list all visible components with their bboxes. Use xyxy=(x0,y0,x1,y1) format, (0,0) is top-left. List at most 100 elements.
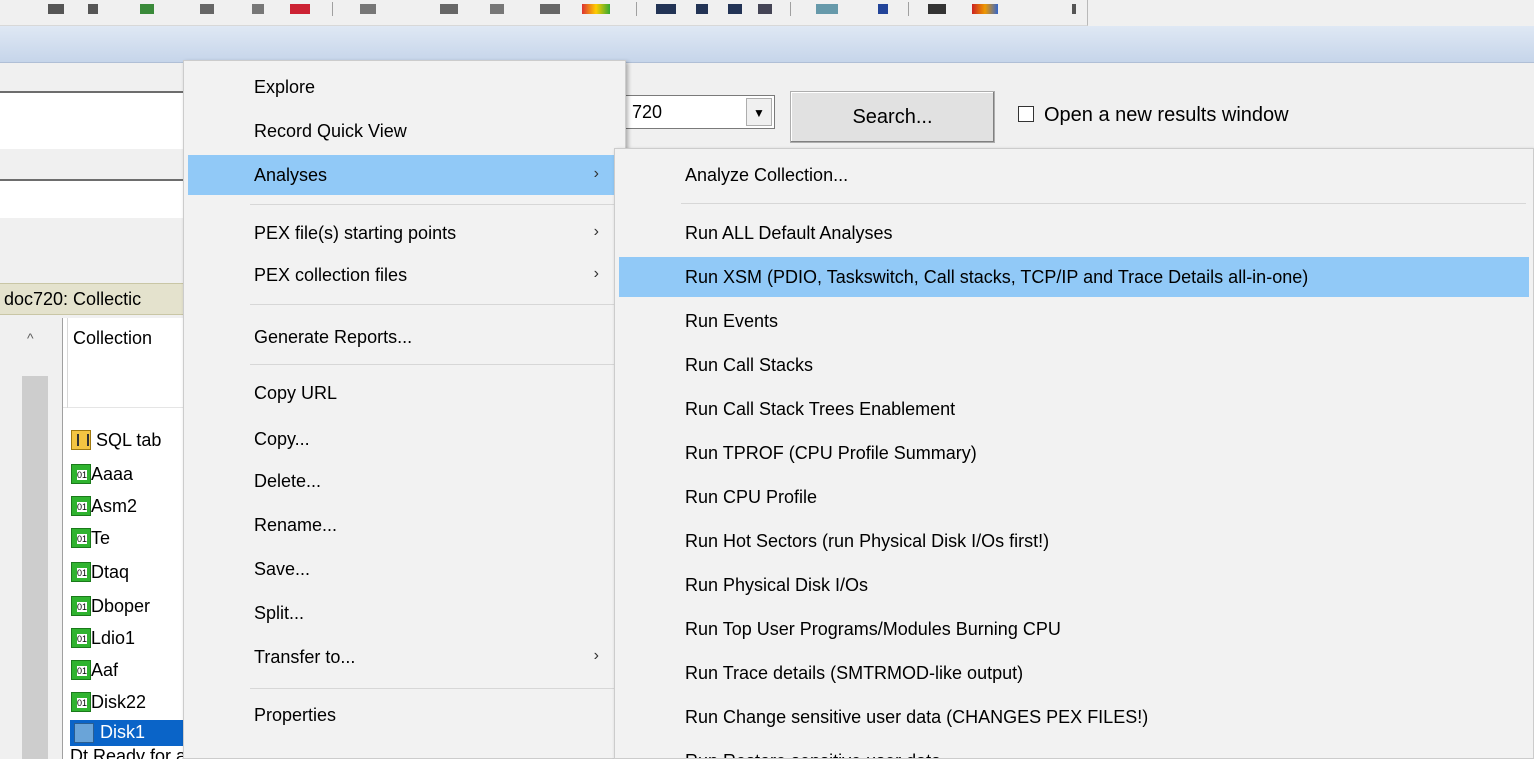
toolbar-icon[interactable] xyxy=(200,4,214,14)
analyses-submenu: Analyze Collection... Run ALL Default An… xyxy=(614,148,1534,759)
list-item[interactable]: Disk22 xyxy=(71,692,146,714)
toolbar-icon[interactable] xyxy=(696,4,708,14)
scroll-up-icon[interactable]: ^ xyxy=(27,330,34,346)
submenu-item-run-all-default[interactable]: Run ALL Default Analyses xyxy=(619,213,1529,253)
list-item[interactable]: Dboper xyxy=(71,596,150,618)
toolbar-icon[interactable] xyxy=(928,4,946,14)
menu-item-delete[interactable]: Delete... xyxy=(188,461,621,501)
menu-separator xyxy=(250,688,620,689)
list-item[interactable]: Aaaa xyxy=(71,464,133,486)
toolbar-icon[interactable] xyxy=(878,4,888,14)
toolbar-icon[interactable] xyxy=(582,4,610,14)
list-item[interactable]: Ldio1 xyxy=(71,628,135,650)
submenu-item-run-hot-sectors[interactable]: Run Hot Sectors (run Physical Disk I/Os … xyxy=(619,521,1529,561)
collection-list: Collection SQL tab Aaaa Asm2 Te Dtaq Dbo… xyxy=(62,318,203,759)
toolbar-icon[interactable] xyxy=(140,4,154,14)
header-banner xyxy=(0,26,1534,63)
list-item[interactable]: Te xyxy=(71,528,110,550)
collection-panel-title: doc720: Collectic xyxy=(4,289,142,309)
submenu-item-run-tprof[interactable]: Run TPROF (CPU Profile Summary) xyxy=(619,433,1529,473)
menu-item-save[interactable]: Save... xyxy=(188,549,621,589)
list-item[interactable]: Dtaq xyxy=(71,562,129,584)
menu-separator xyxy=(681,203,1526,204)
submenu-item-analyze-collection[interactable]: Analyze Collection... xyxy=(619,155,1529,195)
toolbar-icon[interactable] xyxy=(440,4,458,14)
collection-icon xyxy=(71,596,91,616)
toolbar-separator xyxy=(908,2,909,16)
sql-table-icon xyxy=(71,430,91,450)
menu-separator xyxy=(250,304,620,305)
list-item[interactable]: Aaf xyxy=(71,660,118,682)
toolbar-icon[interactable] xyxy=(88,4,98,14)
collection-icon xyxy=(71,562,91,582)
menu-item-generate-reports[interactable]: Generate Reports... xyxy=(188,317,621,357)
column-header-label: Collection xyxy=(73,328,153,348)
submenu-item-run-cpu-profile[interactable]: Run CPU Profile xyxy=(619,477,1529,517)
toolbar-icon[interactable] xyxy=(656,4,676,14)
list-item[interactable]: Asm2 xyxy=(71,496,137,518)
toolbar-icon[interactable] xyxy=(758,4,772,14)
toolbar-separator xyxy=(790,2,791,16)
collection-icon xyxy=(71,660,91,680)
menu-item-copy-url[interactable]: Copy URL xyxy=(188,373,621,413)
menu-item-record-quick-view[interactable]: Record Quick View xyxy=(188,111,621,151)
toolbar-icon[interactable] xyxy=(728,4,742,14)
selected-item-label: Disk1 xyxy=(100,722,146,742)
toolbar-icon[interactable] xyxy=(48,4,64,14)
toolbar-icon[interactable] xyxy=(360,4,376,14)
chevron-right-icon: › xyxy=(593,265,599,282)
toolbar-icon[interactable] xyxy=(490,4,504,14)
search-button[interactable]: Search... xyxy=(790,91,995,143)
scrollbar-thumb[interactable] xyxy=(22,376,48,759)
collection-icon xyxy=(71,496,91,516)
collection-icon xyxy=(71,692,91,712)
menu-separator xyxy=(250,364,620,365)
panel-strip xyxy=(0,151,200,179)
collection-icon xyxy=(71,628,91,648)
submenu-item-run-change-sensitive-data[interactable]: Run Change sensitive user data (CHANGES … xyxy=(619,697,1529,737)
submenu-item-run-restore-sensitive-data[interactable]: Run Restore sensitive user data xyxy=(619,741,1529,759)
toolbar-separator xyxy=(332,2,333,16)
submenu-item-run-xsm[interactable]: Run XSM (PDIO, Taskswitch, Call stacks, … xyxy=(619,257,1529,297)
menu-item-analyses[interactable]: Analyses › xyxy=(188,155,621,195)
collection-panel-header: doc720: Collectic xyxy=(0,283,200,315)
chevron-down-icon[interactable]: ▼ xyxy=(746,98,772,126)
menu-item-pex-collection-files[interactable]: PEX collection files › xyxy=(188,255,621,295)
text-field[interactable] xyxy=(0,91,200,149)
chevron-right-icon: › xyxy=(593,165,599,182)
new-window-checkbox[interactable] xyxy=(1018,106,1034,122)
toolbar-icon[interactable] xyxy=(290,4,310,14)
submenu-item-run-trace-details[interactable]: Run Trace details (SMTRMOD-like output) xyxy=(619,653,1529,693)
toolbar-icon[interactable] xyxy=(816,4,838,14)
toolbar-icon[interactable] xyxy=(972,4,998,14)
combo-value: 720 xyxy=(632,102,663,122)
submenu-item-run-events[interactable]: Run Events xyxy=(619,301,1529,341)
new-window-checkbox-label[interactable]: Open a new results window xyxy=(1044,104,1289,127)
toolbar-icon[interactable] xyxy=(540,4,560,14)
toolbar-icon[interactable] xyxy=(1072,4,1076,14)
list-item[interactable]: SQL tab xyxy=(71,430,161,452)
text-field[interactable] xyxy=(0,179,200,218)
collection-combo[interactable]: 720 ▼ xyxy=(625,95,775,129)
chevron-right-icon: › xyxy=(593,223,599,240)
submenu-item-run-call-stack-trees[interactable]: Run Call Stack Trees Enablement xyxy=(619,389,1529,429)
chevron-right-icon: › xyxy=(593,647,599,664)
menu-item-explore[interactable]: Explore xyxy=(188,67,621,107)
collection-icon xyxy=(74,723,94,743)
column-divider xyxy=(67,318,68,408)
collection-icon xyxy=(71,528,91,548)
menu-item-pex-starting-points[interactable]: PEX file(s) starting points › xyxy=(188,213,621,253)
menu-item-properties[interactable]: Properties xyxy=(188,695,621,735)
column-header[interactable]: Collection xyxy=(63,318,203,408)
menu-item-split[interactable]: Split... xyxy=(188,593,621,633)
submenu-item-run-physical-disk-ios[interactable]: Run Physical Disk I/Os xyxy=(619,565,1529,605)
vertical-scrollbar[interactable]: ^ xyxy=(20,318,50,759)
menu-separator xyxy=(250,204,620,205)
submenu-item-run-top-user-programs[interactable]: Run Top User Programs/Modules Burning CP… xyxy=(619,609,1529,649)
toolbar-icon[interactable] xyxy=(252,4,264,14)
submenu-item-run-call-stacks[interactable]: Run Call Stacks xyxy=(619,345,1529,385)
toolbar xyxy=(0,0,1088,26)
menu-item-copy[interactable]: Copy... xyxy=(188,419,621,459)
menu-item-rename[interactable]: Rename... xyxy=(188,505,621,545)
menu-item-transfer-to[interactable]: Transfer to... › xyxy=(188,637,621,677)
